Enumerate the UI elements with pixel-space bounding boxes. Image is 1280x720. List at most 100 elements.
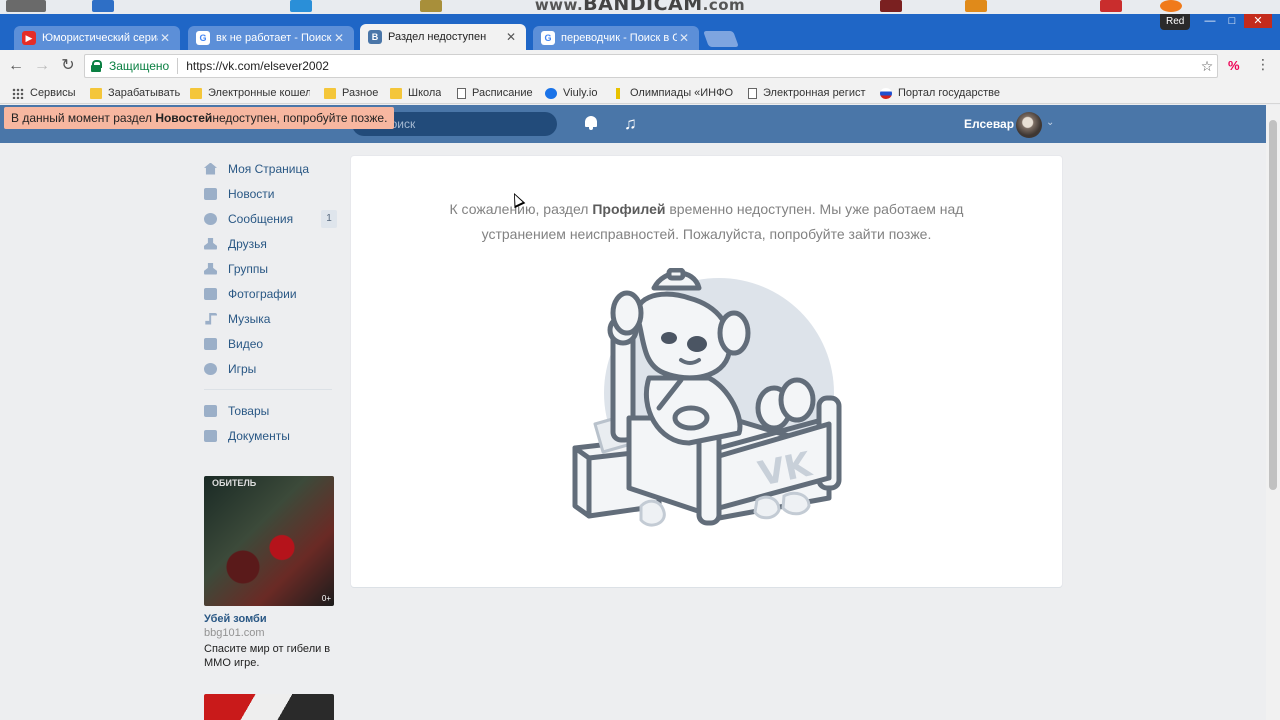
dog-eye [661, 332, 677, 344]
url-text[interactable]: https://vk.com/elsever2002 [186, 59, 1197, 73]
ad-image[interactable]: ОБИТЕЛЬ 0+ [204, 476, 334, 606]
bookmark-gov-portal[interactable]: Портал государстве [880, 85, 1002, 101]
toast-text-after: недоступен, попробуйте позже. [212, 111, 388, 125]
sidebar-item-goods[interactable]: Товары [200, 398, 340, 423]
groups-icon [204, 262, 217, 275]
bookmark-page[interactable]: Расписание [457, 85, 533, 101]
vk-icon: B [368, 30, 382, 44]
maximize-icon[interactable]: □ [1222, 14, 1242, 28]
avatar[interactable] [1016, 112, 1042, 138]
sidebar-item-video[interactable]: Видео [200, 331, 340, 356]
user-name[interactable]: Елсевар [964, 117, 1014, 131]
close-icon[interactable]: ✕ [504, 30, 518, 44]
close-icon[interactable]: ✕ [332, 31, 346, 45]
bookmark-viuly[interactable]: Viuly.io [545, 85, 597, 101]
bookmark-label: Олимпиады «ИНФО [630, 87, 734, 99]
browser-toolbar: ← → ↻ Защищено https://vk.com/elsever200… [0, 50, 1280, 82]
ad-image[interactable] [204, 694, 334, 720]
minimize-icon[interactable]: — [1200, 14, 1220, 28]
reload-icon[interactable]: ↻ [58, 56, 78, 76]
star-icon[interactable]: ☆ [1197, 58, 1217, 75]
folder-icon [324, 87, 336, 99]
ad-title[interactable]: Убей зомби [204, 613, 334, 625]
russia-flag-icon [880, 87, 892, 99]
toast-text-before: В данный момент раздел [11, 111, 152, 125]
bookmark-folder[interactable]: Зарабатывать [90, 85, 180, 101]
sidebar-item-label: Товары [228, 403, 270, 418]
menu-dots-icon[interactable]: ⋮ [1256, 56, 1270, 73]
profile-chip[interactable]: Red [1160, 14, 1191, 30]
sidebar-item-messages[interactable]: Сообщения 1 [200, 206, 340, 231]
sidebar-item-games[interactable]: Игры [200, 356, 340, 381]
sidebar-item-label: Фотографии [228, 286, 297, 301]
bookmark-folder[interactable]: Школа [390, 85, 441, 101]
sidebar-item-news[interactable]: Новости [200, 181, 340, 206]
bell-icon[interactable] [584, 115, 598, 131]
tab-google-search[interactable]: G вк не работает - Поиск ✕ [188, 26, 354, 50]
bookmark-label: Сервисы [30, 87, 76, 99]
sidebar-item-groups[interactable]: Группы [200, 256, 340, 281]
bookmark-apps[interactable]: Сервисы [12, 85, 76, 101]
error-toast: В данный момент раздел Новостей недоступ… [4, 107, 395, 129]
bookmark-olympiad[interactable]: Олимпиады «ИНФО [616, 85, 734, 101]
youtube-icon: ▶ [22, 31, 36, 45]
browser-tab-strip: ▶ Юмористический сериал ✕ G вк не работа… [0, 14, 1280, 50]
folder-icon [390, 87, 402, 99]
os-taskbar-strip: www.BANDICAM.com [0, 0, 1280, 14]
gamepad-icon [204, 362, 217, 375]
unread-badge: 1 [321, 210, 337, 228]
close-window-icon[interactable]: ✕ [1244, 14, 1272, 28]
extension-icon[interactable]: % [1228, 58, 1240, 73]
bookmark-label: Школа [408, 87, 442, 99]
google-icon: G [196, 31, 210, 45]
tab-vk-unavailable[interactable]: B Раздел недоступен ✕ [360, 24, 526, 50]
folder-icon [90, 87, 102, 99]
news-icon [204, 187, 217, 200]
sidebar-item-photos[interactable]: Фотографии [200, 281, 340, 306]
music-note-icon [205, 312, 217, 325]
scrollbar-thumb[interactable] [1269, 120, 1277, 490]
nav-divider [204, 389, 332, 390]
sidebar-item-documents[interactable]: Документы [200, 423, 340, 448]
back-arrow-icon[interactable]: ← [6, 56, 26, 76]
error-message: К сожалению, раздел Профилей временно не… [411, 197, 1002, 247]
tab-label: Раздел недоступен [388, 31, 487, 43]
sidebar-item-label: Документы [228, 428, 290, 443]
sidebar-item-label: Сообщения [228, 211, 294, 226]
bookmark-folder[interactable]: Разное [324, 85, 378, 101]
sidebar-item-friends[interactable]: Друзья [200, 231, 340, 256]
bookmark-page[interactable]: Электронная регист [748, 85, 868, 101]
google-icon: G [541, 31, 555, 45]
apps-grid-icon [12, 87, 24, 99]
watermark-prefix: www. [534, 0, 584, 14]
sidebar-ad[interactable]: ОБИТЕЛЬ 0+ Убей зомби bbg101.com Спасите… [204, 476, 334, 670]
forward-arrow-icon[interactable]: → [32, 56, 52, 76]
address-bar[interactable]: Защищено https://vk.com/elsever2002 ☆ [84, 54, 1218, 78]
sidebar-item-label: Видео [228, 336, 264, 351]
pin-icon [616, 87, 620, 99]
close-icon[interactable]: ✕ [677, 31, 691, 45]
close-icon[interactable]: ✕ [158, 31, 172, 45]
ad-image-caption: ОБИТЕЛЬ [212, 478, 257, 488]
sidebar-item-my-page[interactable]: Моя Страница [200, 156, 340, 181]
viuly-icon [545, 87, 557, 99]
crumpled-paper-icon [753, 495, 781, 520]
watermark-suffix: .com [702, 0, 746, 14]
sidebar-item-music[interactable]: Музыка [200, 306, 340, 331]
dog-nose [687, 336, 707, 352]
bookmark-label: Viuly.io [563, 87, 598, 99]
dog-foot [778, 377, 816, 423]
music-note-icon[interactable]: ♫ [624, 114, 637, 134]
tab-youtube[interactable]: ▶ Юмористический сериал ✕ [14, 26, 180, 50]
page-icon [748, 87, 757, 99]
chevron-down-icon[interactable]: ⌄ [1046, 117, 1054, 128]
ad-domain: bbg101.com [204, 627, 265, 639]
new-tab-button[interactable] [703, 31, 739, 47]
sidebar-item-label: Игры [228, 361, 257, 376]
bookmark-folder[interactable]: Электронные кошел [190, 85, 310, 101]
bookmark-label: Зарабатывать [108, 87, 181, 99]
video-icon [204, 337, 217, 350]
bookmark-label: Разное [342, 87, 379, 99]
error-section-name: Профилей [592, 201, 666, 217]
tab-translator-search[interactable]: G переводчик - Поиск в G ✕ [533, 26, 699, 50]
